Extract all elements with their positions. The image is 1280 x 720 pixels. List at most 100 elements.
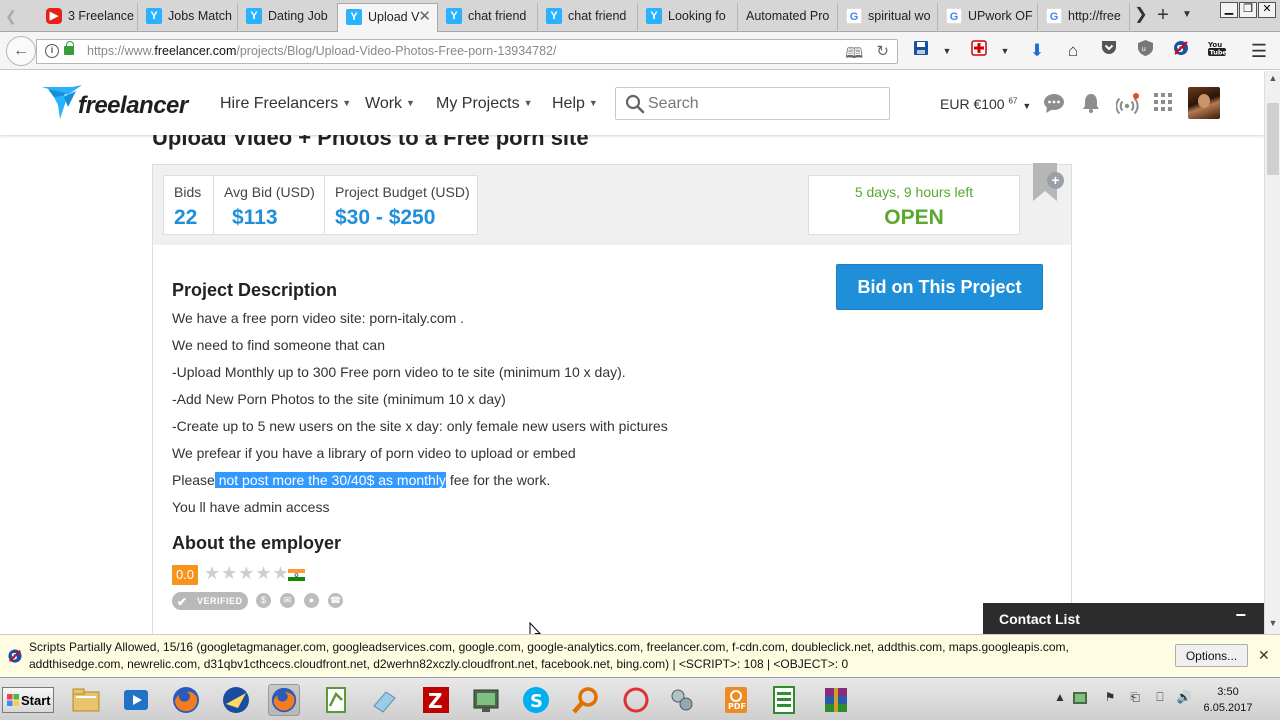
tab-label: Upload V <box>368 10 420 24</box>
new-tab-button[interactable]: + <box>1152 4 1174 26</box>
bid-on-project-button[interactable]: Bid on This Project <box>836 264 1043 310</box>
youtube-icon: ▶ <box>46 8 62 24</box>
reload-icon[interactable]: ↻ <box>876 42 889 60</box>
freelancer-icon: Y <box>646 8 662 24</box>
caret-down-icon: ▼ <box>342 98 352 108</box>
page-scrollbar[interactable]: ▲ ▼ <box>1264 71 1280 634</box>
tab-dating-job[interactable]: Y Dating Job <box>238 3 338 32</box>
network-icon[interactable]: ⎕ <box>1152 690 1168 706</box>
site-header: freelancer Hire Freelancers ▼ Work ▼ My Pr… <box>0 71 1264 135</box>
network-monitor-icon[interactable] <box>470 684 502 716</box>
tab-chat-friend-1[interactable]: Y chat friend <box>438 3 538 32</box>
project-summary: Bids 22 Avg Bid (USD) $113 Project Budge… <box>152 164 1072 246</box>
scroll-down-arrow[interactable]: ▼ <box>1267 618 1279 632</box>
svg-text:Z: Z <box>428 689 443 713</box>
filezilla-icon[interactable]: Z <box>420 684 452 716</box>
reader-view-icon[interactable]: 🕮 <box>845 43 863 68</box>
live-feed-icon[interactable] <box>1115 93 1139 115</box>
tab-automated-pro[interactable]: Automated Pro <box>738 3 838 32</box>
pdf-tool-icon[interactable]: PDF <box>720 684 752 716</box>
account-balance[interactable]: EUR €100 67▼ <box>940 96 1031 112</box>
ublock-icon[interactable]: u <box>1134 40 1156 62</box>
tab-scroll-left-button[interactable]: ❮ <box>2 6 20 26</box>
info-icon[interactable]: i <box>45 44 59 58</box>
contact-list-panel[interactable]: Contact List − <box>983 603 1264 634</box>
magnifier-icon[interactable] <box>570 684 602 716</box>
pocket-icon[interactable] <box>1098 40 1120 62</box>
action-center-flag-icon[interactable]: ⚑ <box>1102 690 1118 706</box>
start-button[interactable]: Start <box>2 687 54 713</box>
addon-red-cross-icon[interactable] <box>968 40 990 62</box>
scroll-thumb[interactable] <box>1267 103 1279 175</box>
tab-label: chat friend <box>468 9 527 23</box>
thunderbird-icon[interactable] <box>220 684 252 716</box>
dropdown-icon[interactable]: ▼ <box>936 40 958 62</box>
system-clock[interactable]: 3:50 6.05.2017 <box>1198 684 1258 716</box>
firefox-icon[interactable] <box>170 684 202 716</box>
tab-looking-for[interactable]: Y Looking fo <box>638 3 738 32</box>
stat-avg-bid: Avg Bid (USD) $113 <box>213 176 324 234</box>
show-hidden-icons-button[interactable]: ▲ <box>1052 690 1068 706</box>
tab-youtube[interactable]: ▶ 3 Freelance <box>38 3 138 32</box>
file-explorer-icon[interactable] <box>70 684 102 716</box>
tab-http-free[interactable]: G http://free <box>1038 3 1130 32</box>
tab-label: Dating Job <box>268 9 328 23</box>
menu-help[interactable]: Help ▼ <box>552 95 598 113</box>
freelancer-bird-icon <box>42 85 82 119</box>
minimize-window-button[interactable]: ▁ <box>1220 2 1238 18</box>
menu-work[interactable]: Work ▼ <box>365 95 415 113</box>
user-avatar[interactable] <box>1188 87 1220 119</box>
power-icon[interactable]: ⎗ <box>1127 690 1143 706</box>
spreadsheet-icon[interactable] <box>768 684 800 716</box>
network-tool-icon[interactable] <box>666 684 698 716</box>
tab-upwork[interactable]: G UPwork OF <box>938 3 1038 32</box>
messages-icon[interactable] <box>1043 93 1065 115</box>
add-bookmark-icon[interactable]: + <box>1047 172 1064 189</box>
freelancer-icon: Y <box>246 8 262 24</box>
skype-icon[interactable]: S <box>520 684 552 716</box>
description-line: -Create up to 5 new users on the site x … <box>172 418 668 434</box>
tab-close-icon[interactable]: ✕ <box>418 4 431 30</box>
back-button[interactable]: ← <box>6 36 36 66</box>
tray-app-icon[interactable] <box>1072 690 1088 706</box>
tab-scroll-right-button[interactable]: ❯ <box>1130 4 1152 26</box>
scroll-up-arrow[interactable]: ▲ <box>1267 73 1279 87</box>
search-input[interactable] <box>648 94 878 114</box>
restore-window-button[interactable]: ❐ <box>1239 2 1257 18</box>
eraser-tool-icon[interactable] <box>368 684 400 716</box>
youtube-addon-icon[interactable]: You Tube <box>1206 40 1228 62</box>
download-icon[interactable]: ⬇ <box>1026 40 1048 62</box>
menu-hire-freelancers[interactable]: Hire Freelancers ▼ <box>220 95 351 113</box>
search-box[interactable] <box>615 87 890 120</box>
noscript-message: Scripts Partially Allowed, 15/16 (google… <box>29 640 1069 671</box>
notepad-plus-icon[interactable] <box>320 684 352 716</box>
all-tabs-button[interactable]: ▼ <box>1176 4 1198 26</box>
dropdown-icon[interactable]: ▼ <box>994 40 1016 62</box>
close-icon[interactable]: ✕ <box>1258 647 1270 664</box>
opera-icon[interactable] <box>620 684 652 716</box>
lock-icon <box>64 41 74 55</box>
minimize-icon[interactable]: − <box>1235 605 1246 626</box>
firefox-active-icon[interactable] <box>268 684 300 716</box>
apps-grid-icon[interactable] <box>1152 93 1174 115</box>
notifications-bell-icon[interactable] <box>1080 93 1102 115</box>
menu-my-projects[interactable]: My Projects ▼ <box>436 95 533 113</box>
email-verified-icon: ✉ <box>280 593 295 608</box>
freelancer-logo[interactable]: freelancer <box>42 85 192 123</box>
noscript-options-button[interactable]: Options... <box>1175 644 1248 667</box>
description-heading: Project Description <box>172 280 338 300</box>
tab-jobs-match[interactable]: Y Jobs Match <box>138 3 238 32</box>
volume-icon[interactable]: 🔊 <box>1176 690 1192 706</box>
browser-nav-bar: ← i https://www.freelancer.com/projects/… <box>0 32 1280 70</box>
tab-spiritual[interactable]: G spiritual wo <box>838 3 938 32</box>
tab-upload-video-active[interactable]: Y Upload V ✕ <box>337 3 438 33</box>
tab-chat-friend-2[interactable]: Y chat friend <box>538 3 638 32</box>
save-icon[interactable] <box>910 40 932 62</box>
home-icon[interactable]: ⌂ <box>1062 40 1084 62</box>
winrar-icon[interactable] <box>820 684 852 716</box>
media-player-icon[interactable] <box>120 684 152 716</box>
noscript-icon[interactable]: S <box>1170 40 1192 62</box>
hamburger-menu-icon[interactable]: ☰ <box>1248 40 1270 62</box>
close-window-button[interactable]: ✕ <box>1258 2 1276 18</box>
url-bar[interactable]: i https://www.freelancer.com/projects/Bl… <box>36 39 898 64</box>
